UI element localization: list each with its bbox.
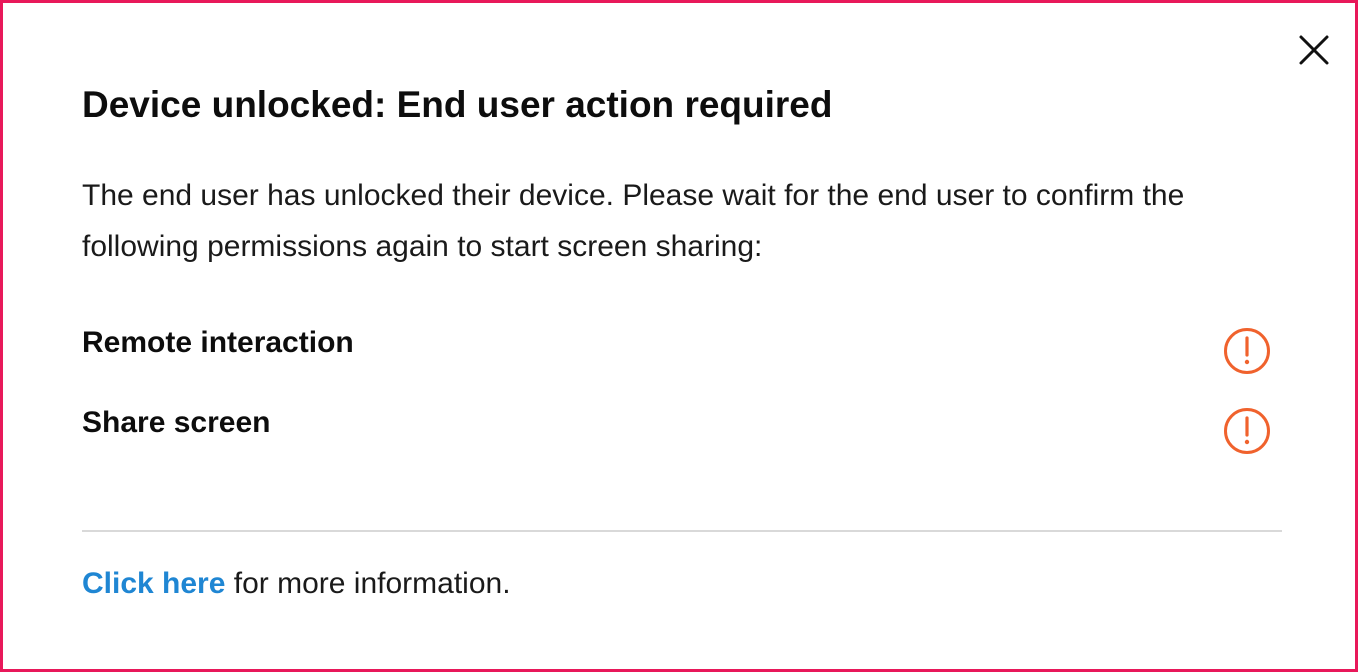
close-icon bbox=[1299, 35, 1329, 65]
footer-suffix: for more information. bbox=[225, 567, 511, 600]
more-info-link[interactable]: Click here bbox=[82, 567, 225, 600]
warning-icon bbox=[1223, 407, 1271, 455]
permission-row-remote-interaction: Remote interaction bbox=[82, 321, 1272, 374]
warning-icon bbox=[1223, 327, 1271, 375]
permission-label: Remote interaction bbox=[82, 326, 354, 359]
dialog-description: The end user has unlocked their device. … bbox=[82, 179, 1185, 263]
permission-dialog: Device unlocked: End user action require… bbox=[0, 0, 1358, 672]
dialog-title: Device unlocked: End user action require… bbox=[82, 84, 833, 125]
permission-label: Share screen bbox=[82, 406, 271, 439]
footer-text: Click here for more information. bbox=[82, 561, 511, 607]
permission-row-share-screen: Share screen bbox=[82, 401, 1272, 454]
close-button[interactable] bbox=[1297, 33, 1331, 67]
divider bbox=[82, 530, 1282, 532]
